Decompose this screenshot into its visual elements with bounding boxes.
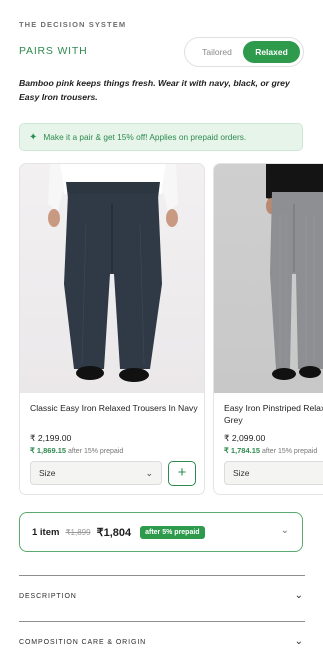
prepaid-price: ₹ 1,869.15 after 15% prepaid — [30, 446, 123, 455]
section-title: PAIRS WITH — [19, 45, 88, 57]
size-select-label: Size — [39, 468, 56, 478]
chevron-down-icon: ⌄ — [294, 590, 303, 601]
fit-toggle: Tailored Relaxed — [184, 37, 304, 67]
prepaid-amount: ₹ 1,784.15 — [224, 446, 261, 455]
bundle-summary[interactable]: 1 item ₹1,899 ₹1,804 after 5% prepaid ⌄ — [19, 512, 303, 552]
product-name[interactable]: Easy Iron Pinstriped Relaxed Trousers In… — [224, 402, 323, 426]
promo-text: Make it a pair & get 15% off! Applies on… — [43, 132, 247, 142]
product-price: ₹ 2,199.00 — [30, 433, 72, 443]
prepaid-price: ₹ 1,784.15 after 15% prepaid — [224, 446, 317, 455]
accordion-composition[interactable]: COMPOSITION CARE & ORIGIN ⌄ — [19, 621, 305, 654]
size-select[interactable]: Size ⌄ — [224, 461, 323, 485]
prepaid-badge: after 5% prepaid — [140, 525, 205, 539]
toggle-option-relaxed[interactable]: Relaxed — [243, 41, 300, 63]
product-image[interactable] — [20, 164, 204, 393]
promo-banner: ✦ Make it a pair & get 15% off! Applies … — [19, 123, 303, 151]
prepaid-note: after 15% prepaid — [262, 448, 318, 455]
prepaid-note: after 15% prepaid — [68, 448, 124, 455]
product-card[interactable]: Classic Easy Iron Relaxed Trousers In Na… — [19, 163, 205, 495]
accordion-description[interactable]: DESCRIPTION ⌄ — [19, 575, 305, 619]
size-select-label: Size — [233, 468, 250, 478]
size-select[interactable]: Size ⌄ — [30, 461, 162, 485]
product-carousel[interactable]: Classic Easy Iron Relaxed Trousers In Na… — [19, 163, 323, 495]
product-card[interactable]: Easy Iron Pinstriped Relaxed Trousers In… — [213, 163, 323, 495]
accordion-label: COMPOSITION CARE & ORIGIN — [19, 639, 147, 646]
original-price: ₹1,899 — [65, 527, 91, 537]
product-image[interactable] — [214, 164, 323, 393]
eyebrow-label: THE DECISION SYSTEM — [19, 20, 127, 29]
product-price: ₹ 2,099.00 — [224, 433, 266, 443]
chevron-down-icon[interactable]: ⌄ — [281, 525, 289, 536]
style-description: Bamboo pink keeps things fresh. Wear it … — [19, 78, 290, 102]
product-name[interactable]: Classic Easy Iron Relaxed Trousers In Na… — [30, 402, 198, 414]
chevron-down-icon: ⌄ — [294, 636, 303, 647]
accordion-label: DESCRIPTION — [19, 593, 77, 600]
sparkle-icon: ✦ — [29, 131, 38, 143]
chevron-down-icon: ⌄ — [145, 468, 153, 478]
add-button[interactable]: + — [168, 461, 196, 486]
toggle-option-tailored[interactable]: Tailored — [191, 41, 243, 63]
final-price: ₹1,804 — [96, 526, 132, 539]
item-count: 1 item — [32, 526, 60, 538]
prepaid-amount: ₹ 1,869.15 — [30, 446, 67, 455]
